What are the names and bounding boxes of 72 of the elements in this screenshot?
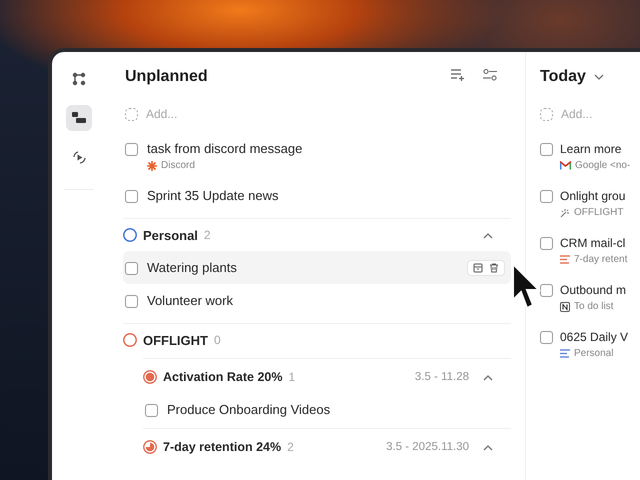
goal-progress-icon [143,440,157,454]
archive-icon[interactable] [473,263,483,273]
lines-icon [560,349,570,358]
sidebar-item[interactable] [66,105,92,131]
task-row[interactable]: Produce Onboarding Videos [143,393,511,426]
mail-icon [560,161,571,170]
goal-count: 2 [287,440,294,454]
chevron-icon[interactable] [594,74,604,80]
task-source: To do list [560,301,626,312]
checkbox[interactable] [540,190,553,203]
group-count: 2 [204,228,211,242]
task-source: Google <no- [560,160,630,171]
goal-header[interactable]: Activation Rate 20% 1 3.5 - 11.28 [123,361,511,393]
nodes-icon[interactable] [72,72,86,86]
task-title: CRM mail-cl [560,235,626,251]
task-title: Produce Onboarding Videos [167,402,330,418]
task-row[interactable]: task from discord message Discord [123,132,511,179]
task-source: Personal [560,348,628,359]
group-count: 0 [214,333,221,347]
goal-header[interactable]: 7-day retention 24% 2 3.5 - 2025.11.30 [123,431,511,463]
task-row[interactable]: 0625 Daily V Personal [538,320,640,367]
blocks-icon[interactable] [72,112,86,124]
goal-name: 7-day retention 24% [163,440,282,454]
trash-icon[interactable] [489,263,499,273]
lines-icon [560,255,570,264]
checkbox[interactable] [125,190,138,203]
task-row[interactable]: Learn more Google <no- [538,132,640,179]
group-header[interactable]: Personal 2 [123,219,511,251]
task-source: OFFLIGHT [560,207,626,218]
task-title: Sprint 35 Update news [147,188,279,204]
task-source: Discord [147,160,302,171]
task-title: Onlight grou [560,188,626,204]
group-name: OFFLIGHT [143,332,208,348]
chevron-icon[interactable] [483,444,493,451]
chevron-icon[interactable] [483,374,493,381]
task-title: Watering plants [147,260,237,276]
play-cycle-icon[interactable] [72,150,86,164]
checkbox[interactable] [540,284,553,297]
n-logo-icon [560,302,570,312]
checkbox[interactable] [540,143,553,156]
goal-name: Activation Rate 20% [163,370,282,384]
date-range: 3.5 - 2025.11.30 [386,441,469,453]
task-row[interactable]: CRM mail-cl 7-day retent [538,226,640,273]
checkbox[interactable] [125,143,138,156]
date-range: 3.5 - 11.28 [414,371,469,383]
sparkle-icon [560,208,570,218]
goal-count: 1 [288,370,296,384]
checkbox[interactable] [540,331,553,344]
chevron-icon[interactable] [483,232,493,239]
task-title: Volunteer work [147,293,233,309]
task-title: Outbound m [560,282,626,298]
column-title: Unplanned [125,68,208,86]
column-title[interactable]: Today [540,68,586,86]
group-header[interactable]: OFFLIGHT 0 [123,324,511,356]
task-row[interactable]: Volunteer work [123,284,511,317]
task-title: Learn more [560,141,622,157]
checkbox[interactable] [145,404,158,417]
filter-icon[interactable] [483,69,497,81]
goal-progress-icon [143,370,157,384]
task-row[interactable]: Onlight grou OFFLIGHT [538,179,640,226]
burst-icon [147,160,157,170]
task-title: 0625 Daily V [560,329,628,345]
checkbox[interactable] [125,262,138,275]
task-row[interactable]: Sprint 35 Update news [123,179,511,212]
checkbox[interactable] [540,237,553,250]
checkbox[interactable] [125,295,138,308]
task-title: task from discord message [147,141,302,157]
task-source: 7-day retent [560,254,628,265]
add-list-icon[interactable] [451,69,465,81]
group-name: Personal [143,228,198,242]
task-row[interactable]: Watering plants [123,251,511,284]
task-row[interactable]: Outbound m To do list [538,273,640,320]
